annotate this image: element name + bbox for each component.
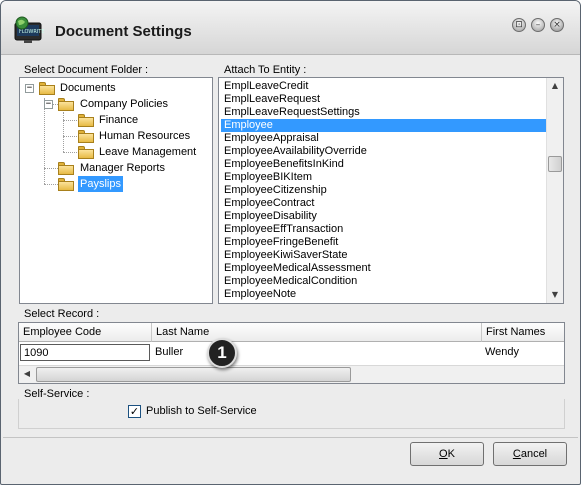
tree-item-label: Company Policies bbox=[80, 98, 169, 110]
entity-list-item[interactable]: EmployeeCitizenship bbox=[221, 184, 546, 197]
entity-list-item[interactable]: EmployeeFringeBenefit bbox=[221, 236, 546, 249]
maximize-button[interactable]: ⊡ bbox=[512, 18, 526, 32]
tree-item-human-resources[interactable]: Human Resources bbox=[20, 128, 210, 144]
window-title: Document Settings bbox=[55, 23, 192, 40]
folder-icon bbox=[58, 178, 74, 191]
check-icon: ✓ bbox=[129, 405, 140, 418]
collapse-icon[interactable]: − bbox=[25, 84, 34, 93]
maximize-icon: ⊡ bbox=[515, 20, 523, 30]
tree-item-leave-management[interactable]: Leave Management bbox=[20, 144, 210, 160]
svg-text:FLOWRITE: FLOWRITE bbox=[19, 29, 45, 35]
tree-item-label: Human Resources bbox=[99, 130, 191, 142]
employee-code-cell[interactable]: 1090 bbox=[20, 344, 150, 361]
entity-list-item[interactable]: EmployeeAvailabilityOverride bbox=[221, 145, 546, 158]
entity-list-item[interactable]: EmployeeAppraisal bbox=[221, 132, 546, 145]
tree-item-company-policies[interactable]: − Company Policies bbox=[20, 96, 210, 112]
tree-item-manager-reports[interactable]: Manager Reports bbox=[20, 160, 210, 176]
folder-open-icon bbox=[58, 98, 74, 111]
tree-item-label: Manager Reports bbox=[80, 162, 165, 174]
column-header-last-name[interactable]: Last Name bbox=[152, 323, 482, 342]
entity-list-item[interactable]: Employee bbox=[221, 119, 546, 132]
scroll-left-icon[interactable]: ◀ bbox=[19, 366, 35, 383]
entity-list-item[interactable]: EmployeeBenefitsInKind bbox=[221, 158, 546, 171]
folder-group-label: Select Document Folder : bbox=[23, 64, 150, 76]
document-settings-window: FLOWRITE Document Settings ⊡ – × Select … bbox=[0, 0, 581, 485]
scroll-down-icon[interactable]: ▼ bbox=[547, 287, 563, 303]
minimize-icon: – bbox=[535, 20, 541, 30]
entity-list-item[interactable]: EmployeeContract bbox=[221, 197, 546, 210]
folder-icon bbox=[58, 162, 74, 175]
ok-button-label: OK bbox=[439, 448, 455, 460]
cancel-button[interactable]: Cancel bbox=[493, 442, 567, 466]
entity-list-item[interactable]: EmployeeMedicalAssessment bbox=[221, 262, 546, 275]
entity-list[interactable]: EmplLeaveCredit EmplLeaveRequest EmplLeave… bbox=[218, 77, 564, 304]
record-grid-hscrollbar[interactable]: ◀ bbox=[19, 365, 564, 383]
scroll-up-icon[interactable]: ▲ bbox=[547, 78, 563, 94]
tree-item-label: Payslips bbox=[78, 176, 123, 192]
folder-icon bbox=[78, 114, 94, 127]
close-button[interactable]: × bbox=[550, 18, 564, 32]
folder-open-icon bbox=[39, 82, 55, 95]
entity-group-label: Attach To Entity : bbox=[223, 64, 308, 76]
tree-item-label: Leave Management bbox=[99, 146, 197, 158]
entity-list-item[interactable]: EmplLeaveRequestSettings bbox=[221, 106, 546, 119]
entity-list-item[interactable]: EmployeeKiwiSaverState bbox=[221, 249, 546, 262]
entity-list-item[interactable]: EmployeeNote bbox=[221, 288, 546, 301]
tree-item-finance[interactable]: Finance bbox=[20, 112, 210, 128]
last-name-cell[interactable]: Buller bbox=[152, 344, 482, 361]
publish-checkbox[interactable]: ✓ bbox=[128, 405, 141, 418]
title-bar[interactable]: FLOWRITE Document Settings ⊡ – × bbox=[1, 1, 580, 55]
monitor-globe-icon: FLOWRITE bbox=[14, 16, 45, 43]
folder-tree[interactable]: − Documents − Company Policies Finance H… bbox=[19, 77, 213, 304]
tree-item-documents[interactable]: − Documents bbox=[20, 80, 210, 96]
folder-icon bbox=[78, 146, 94, 159]
record-grid[interactable]: Employee Code Last Name First Names 1090… bbox=[18, 322, 565, 384]
divider bbox=[3, 437, 578, 438]
entity-list-item[interactable]: EmplLeaveRequest bbox=[221, 93, 546, 106]
entity-list-item[interactable]: EmployeeBIKItem bbox=[221, 171, 546, 184]
scrollbar-thumb[interactable] bbox=[548, 156, 562, 172]
self-service-group bbox=[18, 399, 565, 429]
hscrollbar-thumb[interactable] bbox=[36, 367, 351, 382]
callout-badge: 1 bbox=[207, 338, 237, 368]
tree-item-label: Finance bbox=[99, 114, 139, 126]
entity-list-item[interactable]: EmployeeEffTransaction bbox=[221, 223, 546, 236]
collapse-icon[interactable]: − bbox=[44, 100, 53, 109]
close-icon: × bbox=[553, 20, 561, 30]
column-header-first-names[interactable]: First Names bbox=[482, 323, 564, 342]
first-names-cell[interactable]: Wendy bbox=[482, 344, 564, 361]
entity-list-item[interactable]: EmployeeDisability bbox=[221, 210, 546, 223]
column-header-employee-code[interactable]: Employee Code bbox=[19, 323, 152, 342]
tree-item-label: Documents bbox=[60, 82, 116, 94]
minimize-button[interactable]: – bbox=[531, 18, 545, 32]
record-group-label: Select Record : bbox=[23, 308, 101, 320]
entity-list-scrollbar[interactable]: ▲ ▼ bbox=[546, 78, 563, 303]
publish-checkbox-label[interactable]: Publish to Self-Service bbox=[146, 405, 257, 418]
tree-item-payslips[interactable]: Payslips bbox=[20, 176, 210, 192]
folder-icon bbox=[78, 130, 94, 143]
entity-list-item[interactable]: EmplLeaveCredit bbox=[221, 80, 546, 93]
entity-list-item[interactable]: EmployeeMedicalCondition bbox=[221, 275, 546, 288]
cancel-button-label: Cancel bbox=[512, 448, 548, 460]
ok-button[interactable]: OK bbox=[410, 442, 484, 466]
